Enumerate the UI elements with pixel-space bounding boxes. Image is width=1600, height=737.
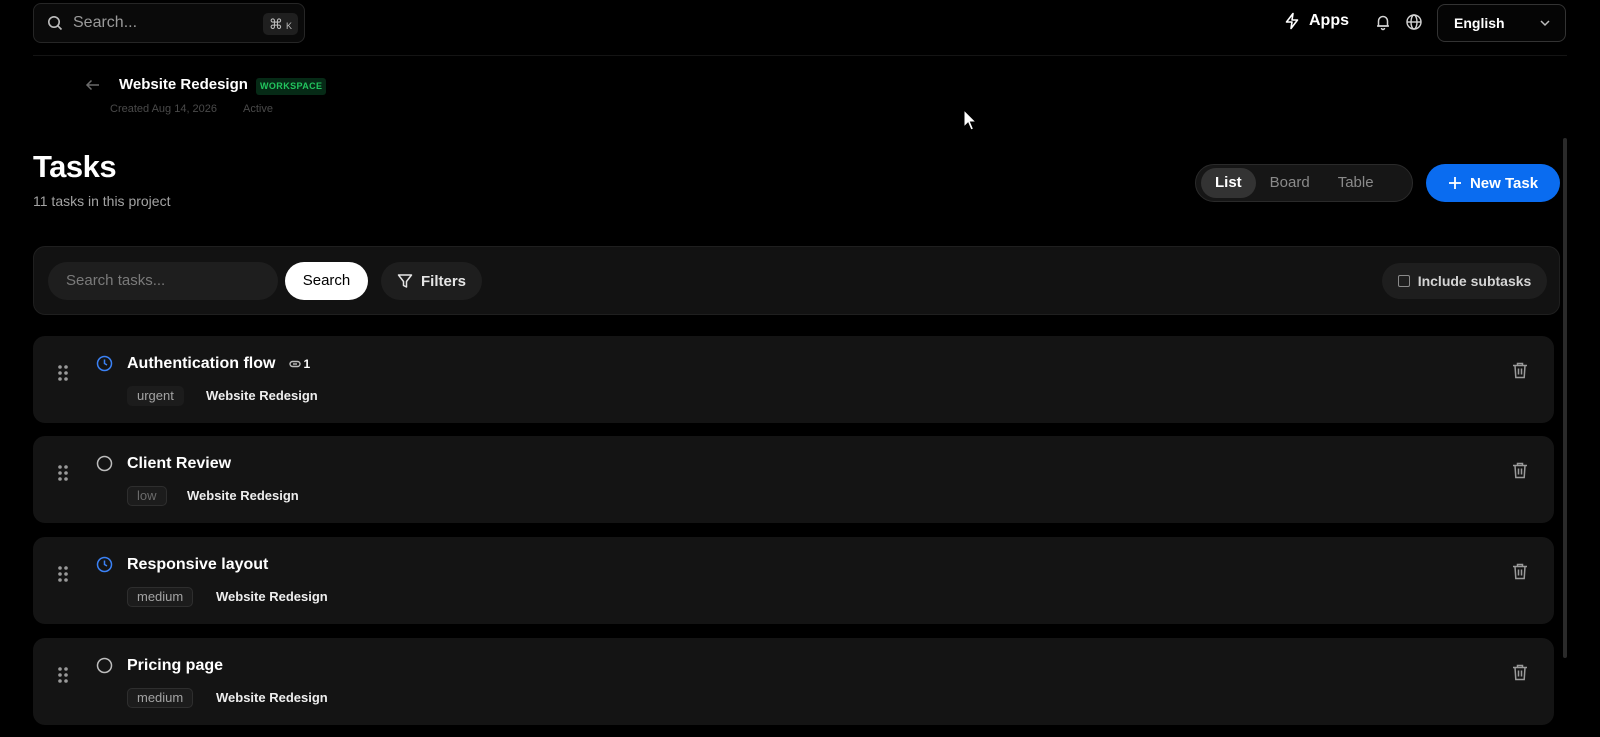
task-card[interactable]: Responsive layout medium Website Redesig… [33, 537, 1554, 624]
priority-tag: medium [127, 587, 194, 607]
drag-handle-icon[interactable] [57, 364, 69, 387]
priority-tag: low [127, 486, 167, 506]
shortcut-key: K [285, 21, 292, 31]
drag-handle-icon[interactable] [57, 666, 69, 689]
lightning-icon [1285, 12, 1299, 30]
attachment-count: 1 [289, 357, 310, 371]
filters-label: Filters [420, 272, 466, 290]
apps-button[interactable]: Apps [1283, 12, 1349, 30]
delete-trash-icon[interactable] [1512, 462, 1528, 484]
new-task-button[interactable]: New Task [1426, 164, 1560, 202]
search-button[interactable]: Search [285, 262, 368, 300]
plus-icon [1448, 177, 1461, 189]
task-project: Website Redesign [187, 488, 299, 503]
chevron-down-icon [1540, 20, 1550, 27]
apps-label: Apps [1309, 12, 1349, 29]
task-project: Website Redesign [206, 388, 318, 403]
status-in-progress-clock-icon[interactable] [96, 355, 113, 377]
drag-handle-icon[interactable] [57, 565, 69, 588]
header-divider [33, 55, 1567, 56]
delete-trash-icon[interactable] [1512, 664, 1528, 686]
task-title[interactable]: Client Review [127, 455, 231, 473]
globe-icon[interactable] [1405, 13, 1423, 36]
include-subtasks-label: Include subtasks [1417, 273, 1532, 289]
language-select[interactable]: English [1437, 4, 1566, 42]
status-todo-circle-icon[interactable] [96, 455, 113, 477]
global-search-input[interactable]: Search... ⌘ K [33, 3, 305, 43]
delete-trash-icon[interactable] [1512, 563, 1528, 585]
include-subtasks-checkbox[interactable] [1397, 275, 1410, 287]
task-card[interactable]: Client Review low Website Redesign [33, 436, 1554, 523]
project-created-date: Created Aug 14, 2026 [110, 103, 218, 115]
view-toggle: List Board Table [1195, 164, 1413, 202]
filter-icon [397, 274, 413, 288]
language-value: English [1454, 15, 1505, 31]
task-search-input[interactable]: Search tasks... [48, 262, 278, 300]
shortcut-badge: ⌘ K [262, 13, 298, 35]
task-title[interactable]: Authentication flow [127, 355, 275, 373]
task-count: 11 tasks in this project [33, 193, 171, 209]
view-tab-table[interactable]: Table [1324, 168, 1388, 198]
filters-button[interactable]: Filters [381, 262, 482, 300]
status-todo-circle-icon[interactable] [96, 657, 113, 679]
project-status: Active [243, 103, 273, 115]
back-arrow-icon[interactable] [85, 77, 101, 98]
task-search-placeholder: Search tasks... [66, 272, 166, 289]
task-project: Website Redesign [216, 690, 328, 705]
mouse-cursor-icon [963, 108, 978, 136]
view-tab-list[interactable]: List [1201, 168, 1256, 198]
view-tab-board[interactable]: Board [1256, 168, 1324, 198]
workspace-badge: WORKSPACE [256, 78, 327, 95]
task-card[interactable]: Authentication flow 1 urgent Website Red… [33, 336, 1554, 423]
status-in-progress-clock-icon[interactable] [96, 556, 113, 578]
global-search-placeholder: Search... [73, 14, 138, 31]
include-subtasks-toggle[interactable]: Include subtasks [1382, 263, 1547, 299]
task-project: Website Redesign [216, 589, 328, 604]
drag-handle-icon[interactable] [57, 464, 69, 487]
page-title: Tasks [33, 149, 117, 184]
scrollbar[interactable] [1563, 138, 1567, 658]
search-icon [48, 16, 63, 31]
priority-tag: urgent [127, 386, 184, 406]
new-task-label: New Task [1469, 174, 1539, 192]
filter-bar: Search tasks... Search Filters Include s… [33, 246, 1560, 315]
task-card[interactable]: Pricing page medium Website Redesign [33, 638, 1554, 725]
delete-trash-icon[interactable] [1512, 362, 1528, 384]
paperclip-icon [289, 360, 302, 368]
project-name: Website Redesign [119, 76, 248, 93]
task-title[interactable]: Responsive layout [127, 556, 268, 574]
priority-tag: medium [127, 688, 194, 708]
command-key: ⌘ [268, 16, 283, 32]
attachment-count-value: 1 [303, 357, 311, 371]
notifications-bell-icon[interactable] [1374, 13, 1392, 36]
task-title[interactable]: Pricing page [127, 657, 223, 675]
task-title-row: Authentication flow 1 [127, 355, 310, 373]
